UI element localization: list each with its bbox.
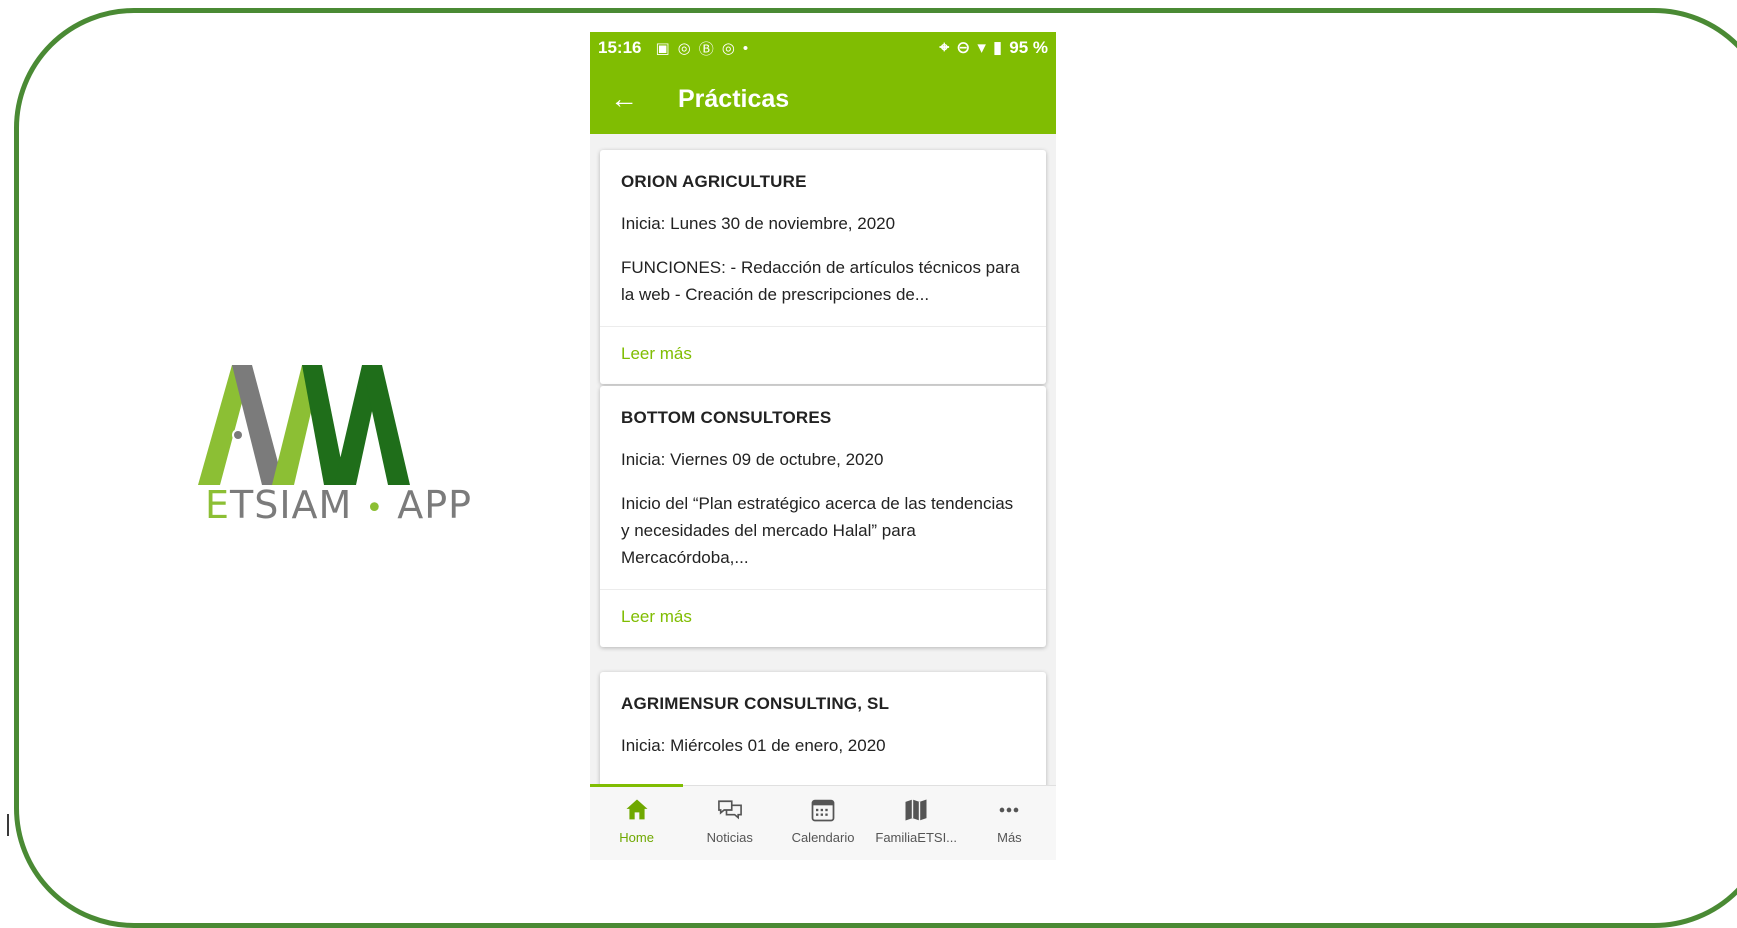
battery-percent: 95 % <box>1009 38 1048 57</box>
whatsapp-icon: ◎ <box>721 40 735 57</box>
status-time: 15:16 <box>598 38 642 57</box>
card-date: Inicia: Lunes 30 de noviembre, 2020 <box>621 214 896 233</box>
bottom-tab-bar: Home Noticias Calendario FamiliaETSI... … <box>590 784 1056 860</box>
image-notification-icon: ▣ <box>655 40 670 57</box>
status-bar: 15:16 ▣ ◎ Ⓑ ◎ • ⌖ ⊖ ▾ ▮ 95 % <box>590 32 1056 64</box>
wifi-icon: ▾ <box>977 38 986 57</box>
internship-list[interactable]: ORION AGRICULTURE Inicia: Lunes 30 de no… <box>590 142 1056 786</box>
phone-screen: 15:16 ▣ ◎ Ⓑ ◎ • ⌖ ⊖ ▾ ▮ 95 % ← Prácticas… <box>590 32 1056 860</box>
map-icon <box>905 799 927 821</box>
etsiam-logo-text: ETSIAM • APP <box>205 483 473 527</box>
read-more-link[interactable]: Leer más <box>600 327 1046 384</box>
tab-mas[interactable]: Más <box>963 786 1056 860</box>
card-company: ORION AGRICULTURE <box>621 172 807 191</box>
tab-calendario[interactable]: Calendario <box>776 786 869 860</box>
whatsapp-business-icon: Ⓑ <box>698 40 714 58</box>
tab-home[interactable]: Home <box>590 786 683 860</box>
back-arrow-icon[interactable]: ← <box>610 85 638 113</box>
active-tab-indicator <box>590 784 683 787</box>
tab-label: Más <box>997 830 1022 845</box>
tab-label: Noticias <box>706 830 753 845</box>
tab-label: Home <box>619 830 654 845</box>
page-title: Prácticas <box>678 84 790 113</box>
card-date: Inicia: Miércoles 01 de enero, 2020 <box>621 736 886 755</box>
read-more-link[interactable]: Leer más <box>600 590 1046 647</box>
battery-icon: ▮ <box>992 38 1003 57</box>
card-description: FUNCIONES: - Redacción de artículos técn… <box>621 258 1020 304</box>
chat-icon <box>717 800 742 820</box>
more-notifications-dot-icon: • <box>742 39 749 57</box>
do-not-disturb-icon: ⊖ <box>956 38 971 57</box>
more-icon <box>1000 807 1019 813</box>
app-bar: ← Prácticas <box>590 64 1056 134</box>
location-icon: ⌖ <box>939 38 950 57</box>
tab-familia[interactable]: FamiliaETSI... <box>870 786 963 860</box>
edge-mark <box>7 814 9 836</box>
tab-noticias[interactable]: Noticias <box>683 786 776 860</box>
card-company: AGRIMENSUR CONSULTING, SL <box>621 694 890 713</box>
internship-card[interactable]: AGRIMENSUR CONSULTING, SL Inicia: Miérco… <box>600 672 1046 786</box>
card-date: Inicia: Viernes 09 de octubre, 2020 <box>621 450 884 469</box>
tab-label: FamiliaETSI... <box>875 830 958 845</box>
home-icon <box>626 799 648 820</box>
internship-card[interactable]: BOTTOM CONSULTORES Inicia: Viernes 09 de… <box>600 386 1046 647</box>
tab-label: Calendario <box>791 830 855 845</box>
card-description: Inicio del “Plan estratégico acerca de l… <box>621 494 1014 567</box>
card-company: BOTTOM CONSULTORES <box>621 408 832 427</box>
status-right: ⌖ ⊖ ▾ ▮ 95 % <box>940 38 1048 58</box>
internship-card[interactable]: ORION AGRICULTURE Inicia: Lunes 30 de no… <box>600 150 1046 384</box>
whatsapp-icon: ◎ <box>677 40 691 57</box>
calendar-icon <box>811 799 835 822</box>
